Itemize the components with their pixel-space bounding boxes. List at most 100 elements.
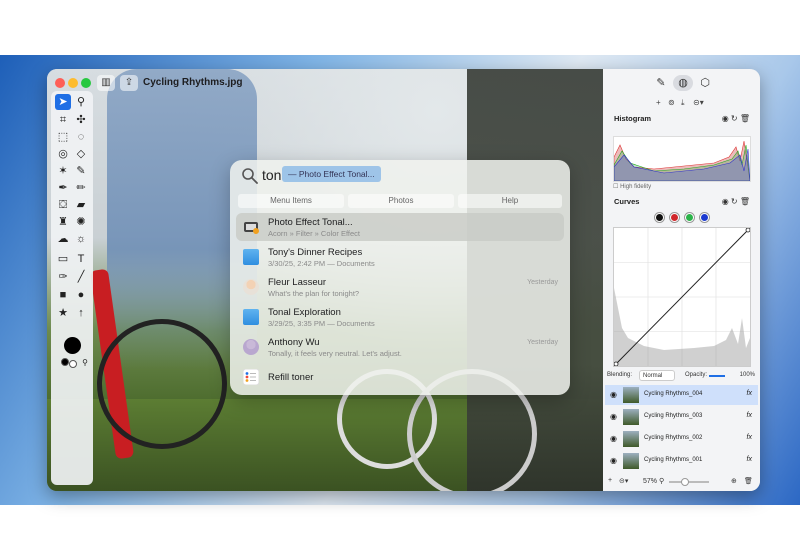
eye-icon[interactable]: ◉ (722, 197, 729, 206)
oval-shape-icon[interactable]: ● (73, 287, 89, 303)
transform-tool-icon[interactable]: ✣ (73, 112, 89, 128)
layer-name: Cycling Rhythms_003 (644, 413, 703, 419)
result-subtitle: What's the plan for tonight? (268, 289, 360, 298)
magic-wand-icon[interactable]: ✶ (55, 163, 71, 179)
curves-plot (613, 227, 751, 367)
bezier-pen-icon[interactable]: ✑ (55, 269, 71, 285)
heal-icon[interactable]: ✺ (73, 214, 89, 230)
fx-icon[interactable]: fx (747, 456, 752, 463)
default-colors-icon[interactable] (61, 358, 69, 366)
channel-rgb-dot[interactable] (655, 213, 664, 222)
rectangle-shape-icon[interactable]: ■ (55, 287, 71, 303)
rect-select-icon[interactable]: ⬚ (55, 129, 71, 145)
high-fidelity-checkbox[interactable]: ☐ High fidelity (613, 183, 651, 190)
clone-stamp-icon[interactable]: ♜ (55, 214, 71, 230)
layer-options-icon[interactable]: ⊝▾ (619, 477, 628, 485)
fx-icon[interactable]: fx (747, 412, 752, 419)
curves-graph[interactable] (613, 227, 751, 367)
text-tool-icon[interactable]: T (73, 251, 89, 267)
eye-icon[interactable]: ◉ (610, 456, 617, 465)
zoom-slider-knob[interactable] (681, 478, 689, 486)
avatar-icon (243, 339, 259, 355)
layer-name: Cycling Rhythms_002 (644, 435, 703, 441)
zoom-out-icon[interactable]: ⚲ (659, 477, 664, 485)
more-icon[interactable]: ⊝▾ (693, 98, 704, 107)
zoom-tool-icon[interactable]: ⚲ (73, 94, 89, 110)
opacity-label: Opacity: (685, 372, 708, 378)
delete-layer-icon[interactable]: 🗑 (744, 477, 753, 485)
add-layer-icon[interactable]: + (608, 477, 612, 484)
sidebar-toggle-button[interactable]: ▥ (97, 75, 115, 91)
star-shape-icon[interactable]: ★ (55, 305, 71, 321)
fx-icon[interactable]: fx (747, 390, 752, 397)
tab-photos[interactable]: Photos (348, 194, 454, 208)
channel-red-dot[interactable] (670, 213, 679, 222)
reset-icon[interactable]: ↻ (731, 114, 738, 123)
minimize-window-button[interactable] (68, 78, 78, 88)
filter-add-icon[interactable]: ⊚ (668, 98, 675, 107)
zoom-in-icon[interactable]: ⊕ (731, 477, 737, 485)
search-result[interactable]: Fleur Lasseur What's the plan for tonigh… (236, 273, 564, 301)
add-icon[interactable]: + (656, 98, 661, 107)
pencil-icon[interactable]: ✏ (73, 180, 89, 196)
histogram-controls[interactable]: ◉ ↻ 🗑 (722, 114, 750, 123)
search-result[interactable]: Refill toner (236, 363, 564, 391)
lasso-icon[interactable]: ◎ (55, 146, 71, 162)
color-zoom-icon[interactable]: ⚲ (77, 355, 93, 371)
trash-icon[interactable]: 🗑 (740, 197, 750, 206)
checkbox-icon[interactable]: ☐ (613, 184, 618, 190)
cloud-icon[interactable]: ☁ (55, 231, 71, 247)
adjustments-icon[interactable]: ◍ (673, 75, 693, 91)
arrow-shape-icon[interactable]: ↑ (73, 305, 89, 321)
reset-icon[interactable]: ↻ (731, 197, 738, 206)
autocomplete-suggestion[interactable]: — Photo Effect Tonal... (282, 166, 381, 182)
inspector-footer: + ⊝▾ 57% ⚲ ⊕ 🗑 (603, 475, 760, 491)
channel-green-dot[interactable] (685, 213, 694, 222)
close-window-button[interactable] (55, 78, 65, 88)
layer-row[interactable]: ◉ Cycling Rhythms_002 fx (605, 429, 758, 449)
zoom-window-button[interactable] (81, 78, 91, 88)
gradient-icon[interactable]: ▭ (55, 251, 71, 267)
search-result[interactable]: Photo Effect Tonal... Acorn » Filter » C… (236, 213, 564, 241)
background-color-swatch[interactable] (69, 360, 77, 368)
avatar-icon (243, 279, 259, 295)
eye-icon[interactable]: ◉ (610, 390, 617, 399)
brush-settings-icon[interactable]: ✎ (651, 75, 671, 91)
blending-mode-select[interactable]: Normal (639, 370, 675, 381)
eye-icon[interactable]: ◉ (610, 412, 617, 421)
fill-bucket-icon[interactable]: ⛋ (55, 197, 71, 213)
arrow-tool-icon[interactable]: ➤ (55, 94, 71, 110)
tab-menu-items[interactable]: Menu Items (238, 194, 344, 208)
channel-blue-dot[interactable] (700, 213, 709, 222)
brush-icon[interactable]: ✎ (73, 163, 89, 179)
curves-controls[interactable]: ◉ ↻ 🗑 (722, 197, 750, 206)
line-tool-icon[interactable]: ╱ (73, 269, 89, 285)
fx-icon[interactable]: fx (747, 434, 752, 441)
pen-icon[interactable]: ✒ (55, 180, 71, 196)
histogram-title: Histogram (614, 114, 652, 123)
result-title: Anthony Wu (268, 337, 320, 348)
poly-lasso-icon[interactable]: ◇ (73, 146, 89, 162)
foreground-color-swatch[interactable] (64, 337, 81, 354)
search-result[interactable]: Anthony Wu Tonally, it feels very neutra… (236, 333, 564, 361)
download-icon[interactable]: ⤓ (681, 98, 685, 108)
search-result[interactable]: Tony's Dinner Recipes 3/30/25, 2:42 PM —… (236, 243, 564, 271)
tab-help[interactable]: Help (458, 194, 562, 208)
eye-icon[interactable]: ◉ (610, 434, 617, 443)
opacity-slider[interactable] (709, 375, 725, 377)
eraser-icon[interactable]: ▰ (73, 197, 89, 213)
trash-icon[interactable]: 🗑 (740, 114, 750, 123)
ellipse-select-icon[interactable]: ◌ (73, 129, 89, 145)
layer-row[interactable]: ◉ Cycling Rhythms_001 fx (605, 451, 758, 471)
crop-tool-icon[interactable]: ⌗ (55, 112, 71, 128)
layer-row[interactable]: ◉ Cycling Rhythms_004 fx (605, 385, 758, 405)
layer-name: Cycling Rhythms_004 (644, 391, 703, 397)
zoom-slider[interactable] (669, 481, 709, 483)
shapes-icon[interactable]: ⬡ (695, 75, 715, 91)
share-icon: ⇪ (124, 77, 134, 88)
eye-icon[interactable]: ◉ (722, 114, 729, 123)
layer-row[interactable]: ◉ Cycling Rhythms_003 fx (605, 407, 758, 427)
sun-icon[interactable]: ☼ (73, 231, 89, 247)
share-button[interactable]: ⇪ (120, 75, 138, 91)
search-result[interactable]: Tonal Exploration 3/29/25, 3:35 PM — Doc… (236, 303, 564, 331)
